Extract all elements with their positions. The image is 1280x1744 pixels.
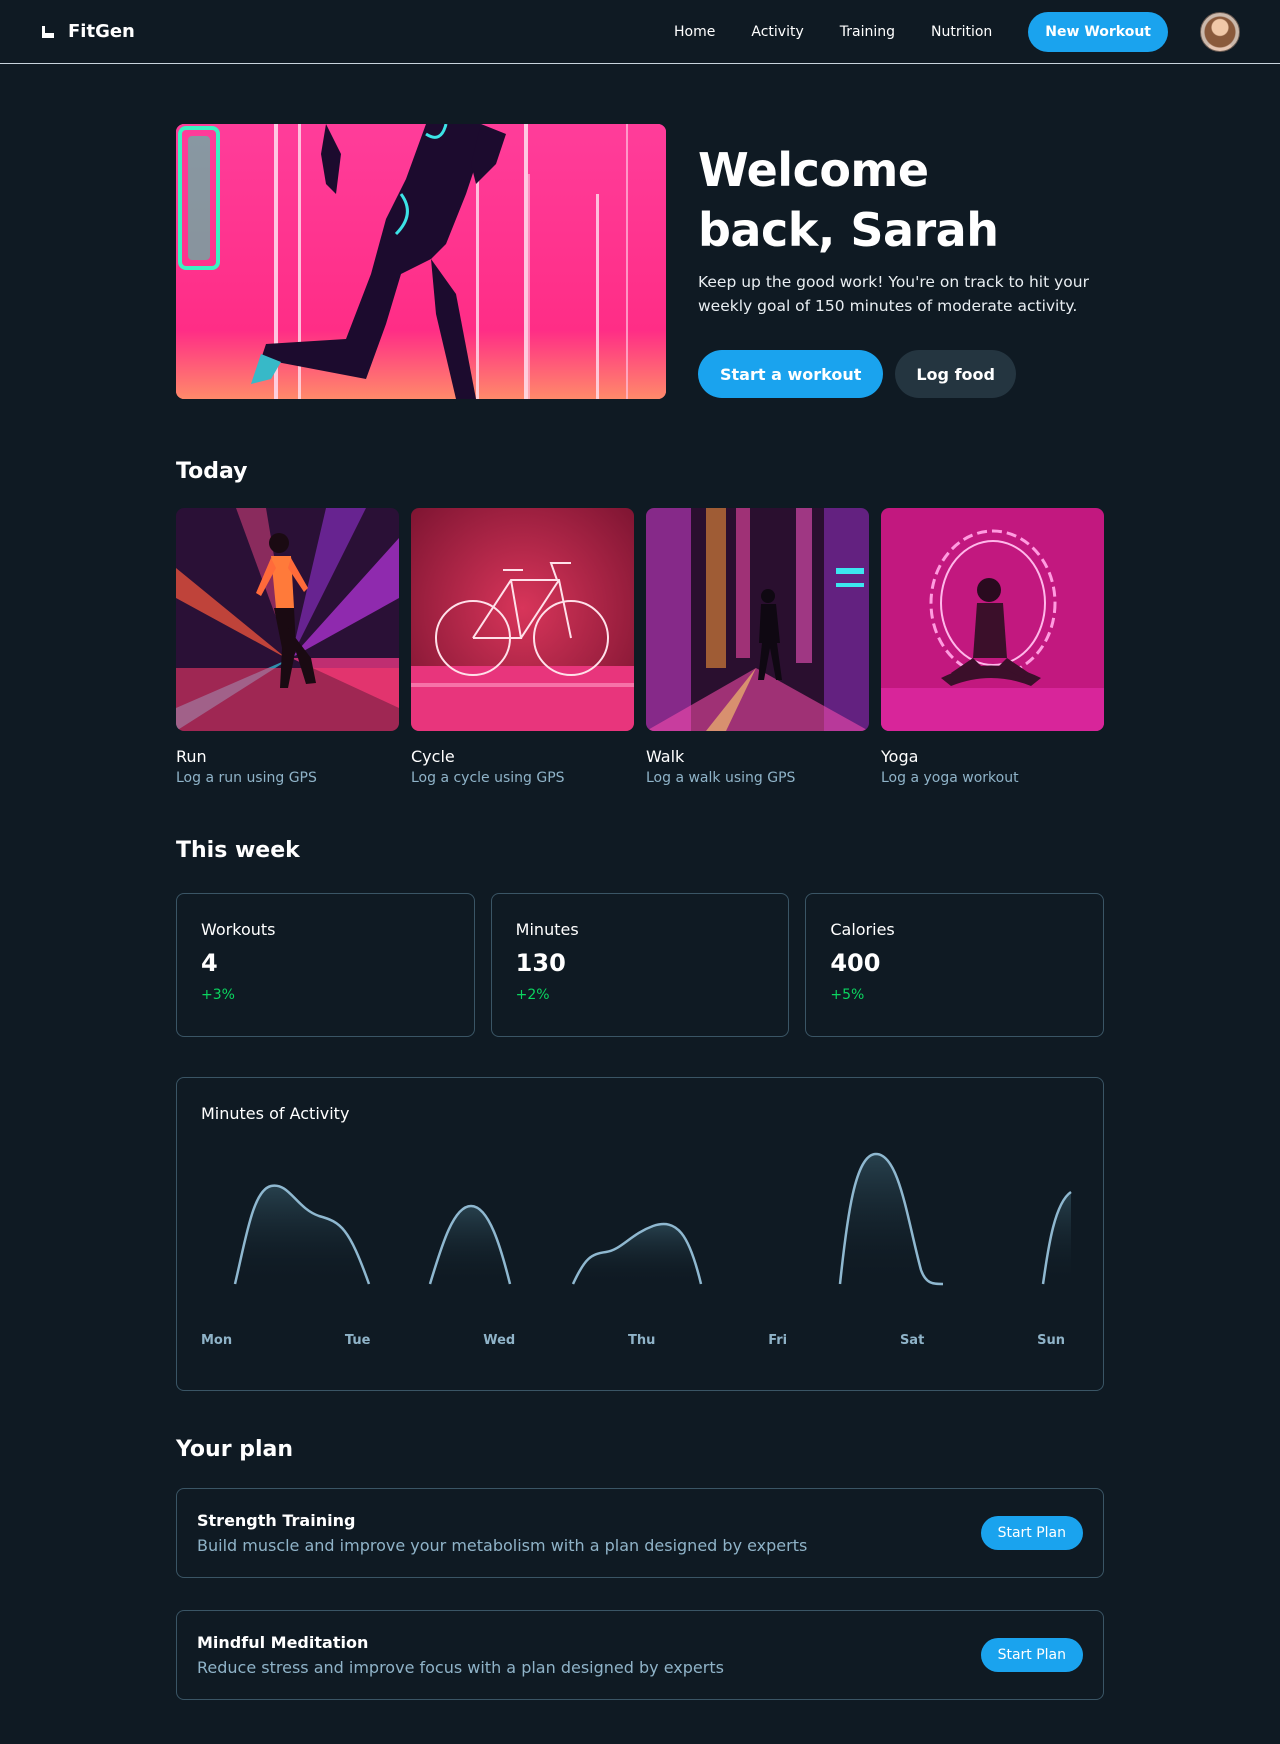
chart-x-axis: Mon Tue Wed Thu Fri Sat Sun <box>201 1333 1065 1348</box>
activity-name: Cycle <box>411 747 455 766</box>
activity-description: Log a cycle using GPS <box>411 770 565 786</box>
nav-nutrition[interactable]: Nutrition <box>931 24 992 40</box>
x-tick-label: Sat <box>899 1333 925 1348</box>
activity-card-yoga[interactable]: Yoga Log a yoga workout <box>881 508 1104 786</box>
brand-name: FitGen <box>68 21 135 42</box>
new-workout-button[interactable]: New Workout <box>1028 11 1168 52</box>
x-tick-label: Wed <box>483 1333 516 1348</box>
activity-description: Log a yoga workout <box>881 770 1019 786</box>
stat-change: +2% <box>515 987 550 1003</box>
activity-name: Walk <box>646 747 685 766</box>
walk-image <box>646 508 869 731</box>
chart-area-4 <box>840 1154 943 1284</box>
x-tick-label: Thu <box>628 1333 656 1348</box>
nav-activity[interactable]: Activity <box>751 24 803 40</box>
stat-change: +3% <box>201 987 235 1003</box>
plan-name: Mindful Meditation <box>197 1633 369 1652</box>
activity-chart-card: Minutes of Activity Mon Tue Wed Thu Fri … <box>176 1077 1104 1391</box>
stat-value: 4 <box>201 949 218 977</box>
yoga-image <box>881 508 1104 731</box>
chart-area-1 <box>235 1185 369 1284</box>
your-plan-heading: Your plan <box>176 1437 293 1462</box>
x-tick-label: Fri <box>768 1333 788 1348</box>
start-workout-button[interactable]: Start a workout <box>698 350 884 398</box>
stat-label: Calories <box>830 920 895 939</box>
plan-info: Strength Training Build muscle and impro… <box>197 1511 807 1555</box>
welcome-heading: Welcome back, Sarah <box>698 143 999 257</box>
top-nav-bar: FitGen Home Activity Training Nutrition … <box>0 0 1280 64</box>
plan-name: Strength Training <box>197 1511 356 1530</box>
stat-label: Workouts <box>201 920 276 939</box>
activity-name: Yoga <box>881 747 919 766</box>
avatar[interactable] <box>1200 11 1240 52</box>
x-tick-label: Mon <box>201 1333 233 1348</box>
plan-card-strength: Strength Training Build muscle and impro… <box>176 1488 1104 1578</box>
hero-text: Welcome back, Sarah Keep up the good wor… <box>698 124 1098 399</box>
stat-card-minutes: Minutes 130 +2% <box>490 893 790 1037</box>
stat-value: 130 <box>515 949 566 977</box>
activity-description: Log a run using GPS <box>176 770 317 786</box>
log-food-button[interactable]: Log food <box>895 350 1016 398</box>
activity-card-run[interactable]: Run Log a run using GPS <box>176 508 399 786</box>
main-content: Welcome back, Sarah Keep up the good wor… <box>176 124 1105 1700</box>
stat-card-workouts: Workouts 4 +3% <box>176 893 475 1037</box>
activity-card-walk[interactable]: Walk Log a walk using GPS <box>646 508 869 786</box>
hero-section: Welcome back, Sarah Keep up the good wor… <box>176 124 1104 399</box>
plan-card-meditation: Mindful Meditation Reduce stress and imp… <box>176 1610 1104 1700</box>
chart-title: Minutes of Activity <box>201 1104 350 1123</box>
main-nav: Home Activity Training Nutrition New Wor… <box>674 11 1240 52</box>
x-tick-label: Sun <box>1037 1333 1065 1348</box>
hero-actions: Start a workout Log food <box>698 350 1098 398</box>
start-plan-button[interactable]: Start Plan <box>980 1516 1083 1550</box>
stat-value: 400 <box>830 949 881 977</box>
hero-runner-image <box>176 124 666 399</box>
stat-label: Minutes <box>515 920 579 939</box>
stat-change: +5% <box>830 987 865 1003</box>
stat-card-calories: Calories 400 +5% <box>805 893 1105 1037</box>
start-plan-button[interactable]: Start Plan <box>980 1638 1083 1672</box>
activity-list: Run Log a run using GPS Cycle Log a cycl… <box>176 508 1104 786</box>
activity-card-cycle[interactable]: Cycle Log a cycle using GPS <box>411 508 634 786</box>
cycle-image <box>411 508 634 731</box>
nav-home[interactable]: Home <box>674 24 715 40</box>
hero-description: Keep up the good work! You're on track t… <box>698 273 1089 315</box>
weekly-stats: Workouts 4 +3% Minutes 130 +2% Calories … <box>176 893 1105 1037</box>
this-week-heading: This week <box>176 838 300 863</box>
today-heading: Today <box>176 459 248 484</box>
brand[interactable]: FitGen <box>40 21 135 42</box>
x-tick-label: Tue <box>344 1333 371 1348</box>
plan-description: Build muscle and improve your metabolism… <box>197 1536 808 1555</box>
activity-description: Log a walk using GPS <box>646 770 796 786</box>
plan-description: Reduce stress and improve focus with a p… <box>197 1658 724 1677</box>
logo-icon <box>40 25 54 39</box>
run-image <box>176 508 399 731</box>
plan-info: Mindful Meditation Reduce stress and imp… <box>197 1633 724 1677</box>
activity-name: Run <box>176 747 207 766</box>
activity-chart <box>233 1152 1072 1286</box>
nav-training[interactable]: Training <box>840 24 895 40</box>
chart-area-5 <box>1043 1192 1071 1284</box>
